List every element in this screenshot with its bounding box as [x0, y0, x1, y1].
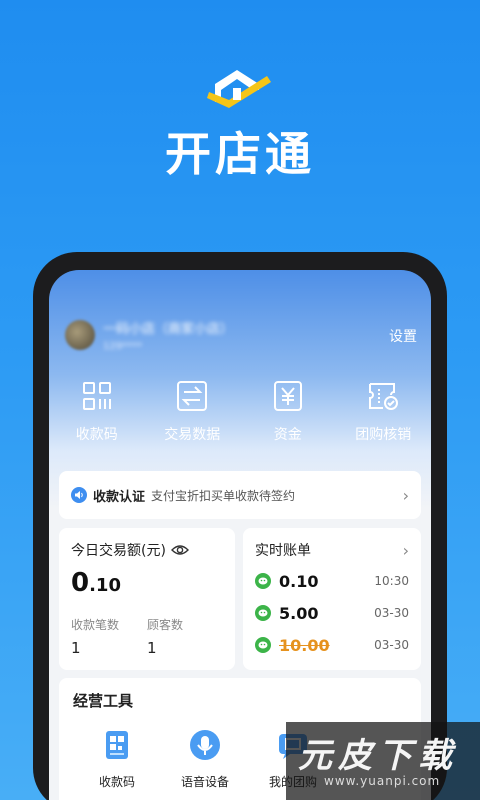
bill-row[interactable]: 0.10 10:30 [255, 570, 409, 592]
watermark-text: 元皮下载 [298, 736, 458, 776]
app-logo-icon [207, 70, 271, 108]
wechat-pay-icon [255, 637, 271, 653]
eye-icon[interactable] [170, 543, 189, 557]
wechat-pay-icon [255, 573, 271, 589]
bill-time: 03-30 [374, 638, 409, 652]
customers-label: 顾客数 [147, 618, 184, 632]
bill-time: 10:30 [374, 574, 409, 588]
shop-name: 一码小店（商家小店） [103, 322, 234, 337]
tool-label: 收款码 [98, 775, 135, 789]
customers-value: 1 [147, 639, 157, 657]
avatar [65, 320, 95, 350]
coupon-verify-icon [369, 383, 399, 410]
today-title: 今日交易额(元) [71, 543, 166, 559]
shop-profile[interactable]: 一码小店（商家小店） 129**** [65, 318, 233, 352]
today-amount-int: 0 [71, 568, 90, 598]
tools-title: 经营工具 [73, 692, 134, 710]
settings-button[interactable]: 设置 [389, 326, 417, 346]
quick-actions: 收款码 交易数据 资金 团购核销 [49, 380, 431, 444]
bill-amount: 0.10 [279, 571, 319, 591]
chevron-right-icon: › [402, 485, 409, 505]
yen-icon [273, 381, 302, 411]
count-label: 收款笔数 [71, 618, 120, 632]
bills-title: 实时账单 [255, 543, 311, 559]
bill-amount-refunded: 10.00 [279, 635, 330, 655]
qr-code-icon [106, 731, 128, 759]
quick-action-label: 交易数据 [164, 427, 221, 443]
today-amount: 0.10 [71, 568, 223, 598]
quick-action-label: 团购核销 [355, 427, 412, 443]
quick-action-label: 资金 [273, 427, 302, 443]
auth-notice[interactable]: 收款认证 支付宝折扣买单收款待签约 › [59, 471, 421, 519]
quick-action-qr[interactable]: 收款码 [49, 380, 145, 444]
exchange-icon [177, 381, 208, 411]
quick-action-trade-data[interactable]: 交易数据 [145, 380, 241, 444]
bill-time: 03-30 [374, 606, 409, 620]
speaker-icon [71, 487, 87, 503]
quick-action-funds[interactable]: 资金 [240, 380, 336, 444]
count-value: 1 [71, 639, 81, 657]
tool-voice-device[interactable]: 语音设备 [161, 729, 249, 790]
realtime-bills-card[interactable]: 实时账单 › 0.10 10:30 5.00 03-30 10.00 03-30 [243, 528, 421, 670]
quick-action-label: 收款码 [75, 427, 118, 443]
app-screen: 一码小店（商家小店） 129**** 设置 收款码 交易数据 资金 团购核销 收… [49, 270, 431, 800]
tool-label: 语音设备 [180, 775, 229, 789]
auth-notice-desc: 支付宝折扣买单收款待签约 [151, 488, 296, 503]
watermark: 元皮下载 www.yuanpi.com [286, 722, 480, 800]
tool-qr-code[interactable]: 收款码 [73, 729, 161, 790]
qr-code-icon [82, 382, 111, 410]
watermark-url: www.yuanpi.com [324, 774, 441, 788]
auth-notice-title: 收款认证 [93, 489, 146, 505]
bill-row[interactable]: 10.00 03-30 [255, 634, 409, 656]
microphone-icon [190, 730, 220, 760]
quick-action-group-verify[interactable]: 团购核销 [336, 380, 432, 444]
bill-row[interactable]: 5.00 03-30 [255, 602, 409, 624]
chevron-right-icon: › [402, 540, 409, 560]
app-title: 开店通 [165, 127, 315, 181]
today-summary-card[interactable]: 今日交易额(元) 0.10 收款笔数 1 顾客数 1 [59, 528, 235, 670]
shop-account: 129**** [103, 341, 143, 352]
bill-amount: 5.00 [279, 603, 319, 623]
today-amount-dec: .10 [89, 575, 121, 596]
wechat-pay-icon [255, 605, 271, 621]
